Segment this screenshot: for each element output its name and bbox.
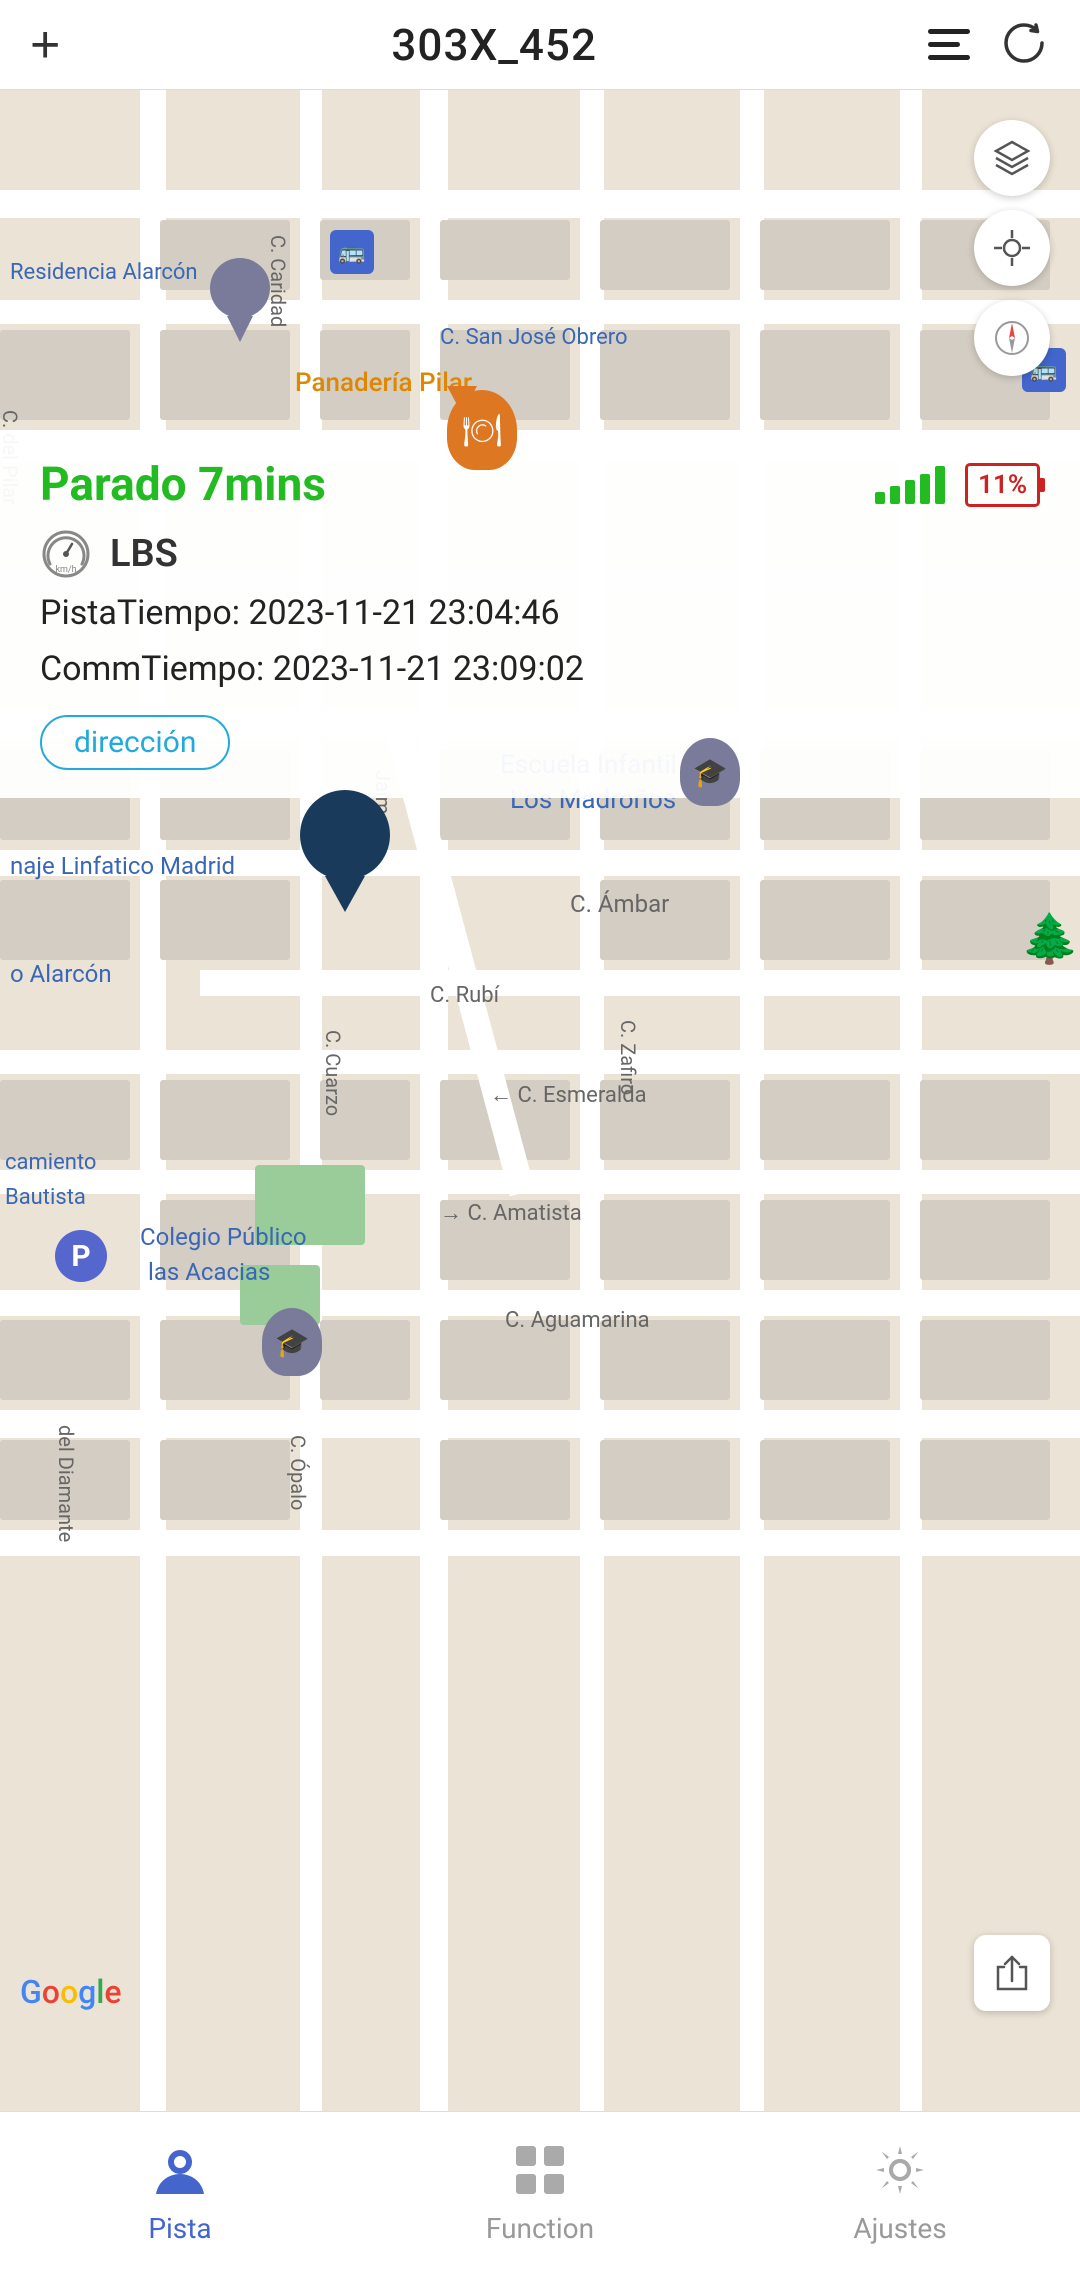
parking-icon: P [55, 1230, 107, 1282]
ajustes-label: Ajustes [853, 2212, 946, 2245]
svg-text:km/h: km/h [55, 565, 76, 575]
restaurant-pin: 🍽 [447, 390, 477, 414]
bottom-navigation: Pista Function [0, 2111, 1080, 2271]
device-location-pin [300, 790, 390, 912]
map-label-diamante: del Diamante [54, 1425, 78, 1542]
nav-item-ajustes[interactable]: Ajustes [800, 2138, 1000, 2245]
refresh-button[interactable] [998, 17, 1050, 72]
map-label-rubi: C. Rubí [430, 983, 499, 1008]
add-button[interactable]: + [30, 19, 60, 71]
compass-button[interactable] [974, 300, 1050, 376]
map-label-masaje: naje Linfatico Madrid [10, 852, 235, 880]
header-icons [928, 17, 1050, 72]
menu-button[interactable] [928, 29, 970, 60]
signal-bar-3 [905, 480, 915, 504]
function-label: Function [486, 2212, 594, 2245]
map-label-panaderia: Panadería Pilar [295, 368, 472, 398]
nav-item-pista[interactable]: Pista [80, 2138, 280, 2245]
map-label-residencia: Residencia Alarcón [10, 260, 198, 285]
function-icon [508, 2138, 572, 2202]
ajustes-icon [868, 2138, 932, 2202]
pista-tiempo-line: PistaTiempo: 2023-11-21 23:04:46 [40, 590, 1040, 638]
map-label-esmeralda: ← C. Esmeralda [490, 1082, 647, 1108]
signal-bars [875, 466, 945, 504]
google-logo: Google [20, 1973, 122, 2011]
map-label-ambar: C. Ámbar [570, 890, 669, 918]
comm-tiempo-line: CommTiempo: 2023-11-21 23:09:02 [40, 646, 1040, 694]
tree-icon: 🌲 [1020, 910, 1080, 967]
pista-icon [148, 2138, 212, 2202]
lbs-text: LBS [110, 532, 178, 576]
map-label-san-jose: C. San José Obrero [440, 325, 628, 350]
speedometer-icon: km/h [40, 528, 92, 580]
map-label-opalo: C. Ópalo [286, 1435, 310, 1510]
signal-bar-2 [890, 486, 900, 504]
status-right: 11% [875, 463, 1040, 507]
status-text: Parado 7mins [40, 458, 326, 512]
nav-item-function[interactable]: Function [440, 2138, 640, 2245]
signal-bar-5 [935, 466, 945, 504]
header: + 303X_452 [0, 0, 1080, 90]
map-label-camiento: camiento [5, 1150, 96, 1175]
bus-stop-icon: 🚌 [330, 230, 374, 274]
map-label-bautista: Bautista [5, 1185, 86, 1210]
share-button[interactable] [974, 1935, 1050, 2011]
info-panel: Parado 7mins 11% km/h LBS [0, 430, 1080, 798]
location-target-button[interactable] [974, 210, 1050, 286]
residencia-pin [210, 258, 270, 342]
lbs-row: km/h LBS [40, 528, 1040, 580]
signal-bar-4 [920, 474, 930, 504]
map-label-cuarzo: C. Cuarzo [321, 1030, 345, 1116]
direccion-button[interactable]: dirección [40, 715, 230, 770]
map-controls [974, 120, 1050, 376]
device-title: 303X_452 [391, 19, 597, 71]
map-label-acacias: las Acacias [148, 1258, 270, 1286]
map-label-aguamarina: C. Aguamarina [505, 1308, 650, 1333]
status-row: Parado 7mins 11% [40, 458, 1040, 512]
pista-label: Pista [148, 2212, 211, 2245]
map-label-amatista: → C. Amatista [440, 1200, 582, 1226]
layers-button[interactable] [974, 120, 1050, 196]
signal-bar-1 [875, 492, 885, 504]
map-label-alarcon: o Alarcón [10, 960, 112, 988]
map-area[interactable]: Residencia Alarcón C. Caridad C. San Jos… [0, 90, 1080, 2111]
map-label-colegio: Colegio Público [140, 1223, 307, 1251]
battery-indicator: 11% [965, 463, 1040, 507]
